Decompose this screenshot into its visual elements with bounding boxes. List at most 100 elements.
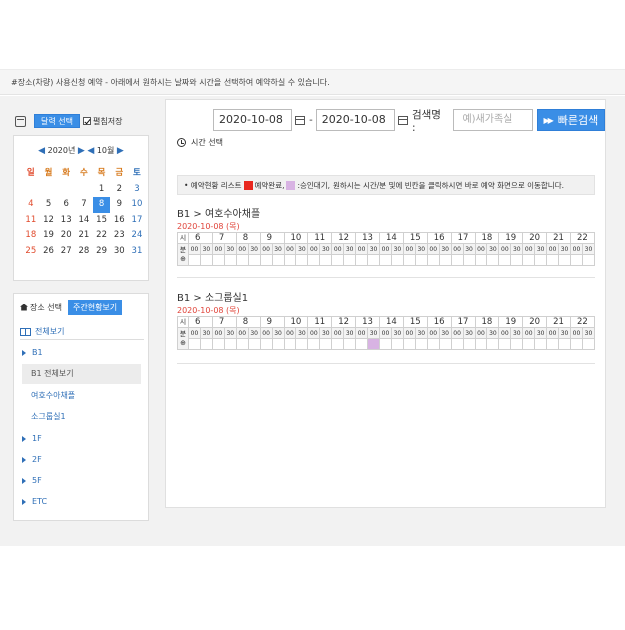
time-slot[interactable] xyxy=(188,254,201,266)
time-slot[interactable] xyxy=(486,338,500,350)
tree-item-etc[interactable]: ETC xyxy=(22,497,47,506)
time-slot[interactable] xyxy=(259,254,273,266)
calendar-day[interactable]: 7 xyxy=(75,197,93,213)
time-slot[interactable] xyxy=(450,338,464,350)
calendar-day[interactable]: 19 xyxy=(40,228,58,244)
all-view-link[interactable]: 전체보기 xyxy=(20,324,144,340)
next-month-icon[interactable]: ▶ xyxy=(117,146,124,156)
calendar-day[interactable]: 10 xyxy=(128,197,146,213)
time-slot[interactable] xyxy=(546,254,560,266)
tree-item-b1-all[interactable]: B1 전체보기 xyxy=(22,364,141,384)
time-slot[interactable] xyxy=(581,254,596,266)
calendar-day[interactable]: 17 xyxy=(128,213,146,229)
calendar-day[interactable]: 16 xyxy=(110,213,128,229)
time-slot[interactable] xyxy=(331,254,345,266)
time-slot[interactable] xyxy=(462,338,476,350)
tab-weekly-status[interactable]: 주간현황보기 xyxy=(67,299,123,315)
time-slot[interactable] xyxy=(188,338,201,350)
time-slot[interactable] xyxy=(271,338,285,350)
time-slot[interactable] xyxy=(199,254,213,266)
calendar-day[interactable]: 22 xyxy=(93,228,111,244)
time-slot[interactable] xyxy=(426,338,440,350)
time-slot[interactable] xyxy=(235,338,249,350)
calendar-day[interactable]: 29 xyxy=(93,244,111,260)
time-slot[interactable] xyxy=(331,338,345,350)
time-slot[interactable] xyxy=(462,254,476,266)
time-slot[interactable] xyxy=(450,254,464,266)
time-slot[interactable] xyxy=(474,254,488,266)
time-slot[interactable] xyxy=(355,254,369,266)
calendar-day[interactable]: 1 xyxy=(93,182,111,198)
date-to-input[interactable]: 2020-10-08 xyxy=(315,109,396,131)
pending-slot[interactable] xyxy=(367,338,380,350)
calendar-day[interactable]: 30 xyxy=(110,244,128,260)
time-slot[interactable] xyxy=(295,338,309,350)
time-slot[interactable] xyxy=(283,254,297,266)
remember-checkbox[interactable] xyxy=(82,117,91,125)
tree-item-b1[interactable]: B1 xyxy=(22,348,43,357)
calendar-select-button[interactable]: 달력 선택 xyxy=(34,114,80,128)
time-slot[interactable] xyxy=(426,254,440,266)
calendar-day[interactable]: 6 xyxy=(57,197,75,213)
time-slot[interactable] xyxy=(534,338,548,350)
calendar-day[interactable]: 26 xyxy=(40,244,58,260)
time-slot[interactable] xyxy=(307,338,321,350)
time-slot[interactable] xyxy=(522,254,536,266)
time-slot[interactable] xyxy=(319,254,333,266)
time-slot[interactable] xyxy=(390,338,404,350)
time-slot[interactable] xyxy=(199,338,213,350)
time-slot[interactable] xyxy=(211,254,225,266)
time-slot[interactable] xyxy=(367,254,380,266)
calendar-day[interactable]: 31 xyxy=(128,244,146,260)
time-slot[interactable] xyxy=(522,338,536,350)
time-slot[interactable] xyxy=(259,338,273,350)
calendar-day[interactable]: 20 xyxy=(57,228,75,244)
time-slot[interactable] xyxy=(402,338,416,350)
calendar-icon[interactable] xyxy=(295,115,306,125)
time-slot[interactable] xyxy=(498,338,512,350)
calendar-day[interactable]: 3 xyxy=(128,182,146,198)
calendar-day[interactable]: 27 xyxy=(57,244,75,260)
time-slot[interactable] xyxy=(510,254,524,266)
time-slot[interactable] xyxy=(570,254,583,266)
calendar-day[interactable]: 21 xyxy=(75,228,93,244)
date-from-input[interactable]: 2020-10-08 xyxy=(213,109,293,131)
time-slot[interactable] xyxy=(307,254,321,266)
tree-item-2f[interactable]: 2F xyxy=(22,455,42,464)
calendar-day[interactable]: 12 xyxy=(40,213,58,229)
time-slot[interactable] xyxy=(223,254,237,266)
calendar-day[interactable]: 13 xyxy=(57,213,75,229)
time-slot[interactable] xyxy=(414,254,428,266)
tree-item-room-joshua[interactable]: 여호수아채플 xyxy=(22,386,141,406)
time-slot[interactable] xyxy=(474,338,488,350)
remember-toggle[interactable]: 펼침저장 xyxy=(82,116,122,127)
time-slot[interactable] xyxy=(223,338,237,350)
time-slot[interactable] xyxy=(390,254,404,266)
calendar-day[interactable]: 24 xyxy=(128,228,146,244)
calendar-day[interactable]: 11 xyxy=(22,213,40,229)
time-slot[interactable] xyxy=(570,338,583,350)
time-slot[interactable] xyxy=(247,338,261,350)
calendar-day[interactable]: 14 xyxy=(75,213,93,229)
tab-place-select[interactable]: 장소 선택 xyxy=(30,302,62,313)
time-slot[interactable] xyxy=(558,254,571,266)
prev-year-icon[interactable]: ◀ xyxy=(38,146,45,156)
time-slot[interactable] xyxy=(247,254,261,266)
calendar-day[interactable]: 2 xyxy=(110,182,128,198)
time-slot[interactable] xyxy=(438,338,452,350)
time-slot[interactable] xyxy=(558,338,571,350)
time-slot[interactable] xyxy=(319,338,333,350)
time-slot[interactable] xyxy=(402,254,416,266)
time-slot[interactable] xyxy=(414,338,428,350)
time-slot[interactable] xyxy=(546,338,560,350)
time-slot[interactable] xyxy=(271,254,285,266)
calendar-day[interactable]: 8 xyxy=(92,197,111,213)
calendar-day[interactable]: 4 xyxy=(22,197,40,213)
calendar-icon[interactable] xyxy=(398,115,408,125)
tree-item-5f[interactable]: 5F xyxy=(22,476,42,485)
calendar-day[interactable]: 25 xyxy=(22,244,40,260)
time-slot[interactable] xyxy=(498,254,512,266)
prev-month-icon[interactable]: ◀ xyxy=(87,146,94,156)
tree-item-room-small-group[interactable]: 소그룹실1 xyxy=(22,407,141,427)
time-slot[interactable] xyxy=(283,338,297,350)
